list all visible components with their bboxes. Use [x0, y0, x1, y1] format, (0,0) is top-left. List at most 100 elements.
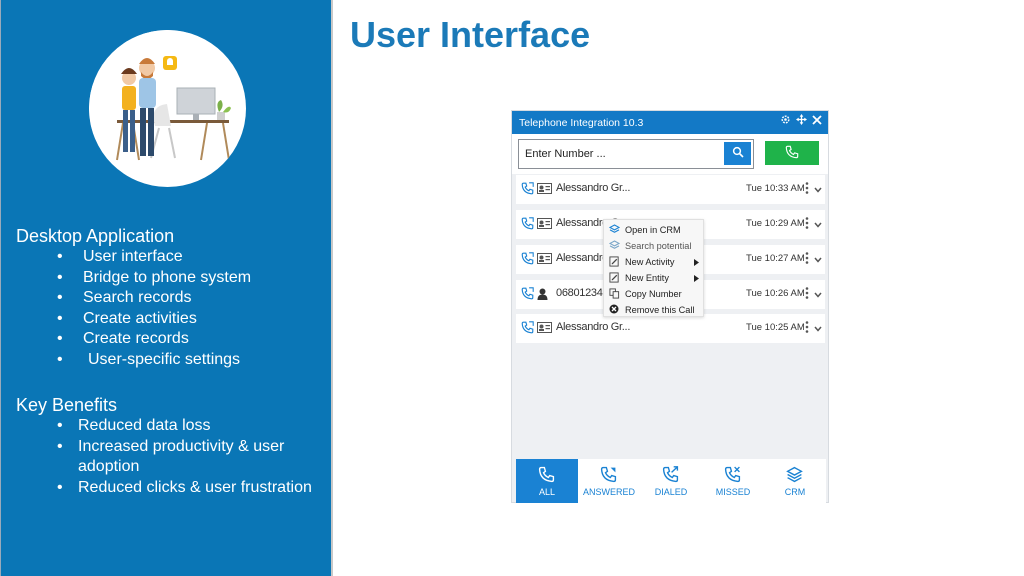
list-item: • Increased productivity & user adoption: [57, 437, 318, 478]
menu-item-open-in-crm[interactable]: Open in CRM: [604, 222, 703, 238]
people-at-desk-illustration: [89, 30, 246, 187]
tab-answered[interactable]: ANSWERED: [578, 459, 640, 503]
more-vertical-icon[interactable]: [805, 181, 809, 198]
phone-call-icon: [521, 217, 534, 233]
submenu-arrow-icon: [694, 258, 699, 268]
list-item: • Create records: [57, 329, 251, 350]
call-button[interactable]: [765, 141, 819, 165]
list-item-label: User interface: [83, 248, 183, 265]
phone-icon: [538, 466, 555, 485]
page-title: User Interface: [350, 14, 591, 55]
submenu-arrow-icon: [694, 274, 699, 284]
call-list-item[interactable]: Alessandro Gr... Tue 10:33 AM: [516, 175, 825, 204]
call-list-item[interactable]: Alessandro Gr... Tue 10:25 AM: [516, 314, 825, 343]
menu-item-label: Search potential: [625, 241, 692, 251]
list-item-label: Reduced clicks & user frustration: [78, 478, 312, 496]
close-icon[interactable]: [812, 114, 822, 128]
bullet: •: [57, 268, 63, 286]
caller-name: Alessandro Gr...: [556, 182, 631, 194]
call-time: Tue 10:27 AM: [746, 253, 805, 264]
edit-icon: [609, 272, 620, 285]
desktop-feature-list: • User interface • Bridge to phone system …: [57, 247, 252, 371]
list-item-label: User-specific settings: [88, 350, 241, 368]
copy-icon: [609, 288, 620, 301]
menu-item-new-activity[interactable]: New Activity: [604, 254, 703, 270]
bullet: •: [57, 289, 63, 307]
bullet: •: [57, 478, 63, 496]
bullet: •: [57, 309, 63, 327]
chevron-down-icon[interactable]: [814, 323, 822, 335]
phone-call-icon: [521, 182, 534, 198]
more-vertical-icon[interactable]: [805, 216, 809, 233]
move-icon[interactable]: [796, 114, 807, 128]
phone-call-icon: [521, 321, 534, 337]
left-panel: Desktop Application • User interface • Bri…: [0, 0, 333, 576]
contact-card-icon: [537, 183, 552, 197]
list-item: • User-specific settings: [57, 350, 251, 371]
list-item-label: Reduced data loss: [78, 417, 211, 434]
menu-item-new-entity[interactable]: New Entity: [604, 270, 703, 286]
list-item: • Search records: [57, 288, 251, 309]
chevron-down-icon[interactable]: [814, 254, 822, 266]
unknown-person-icon: [537, 288, 548, 303]
tab-missed[interactable]: MISSED: [702, 459, 764, 503]
desktop-application-heading: Desktop Application: [16, 226, 175, 246]
tab-label: MISSED: [715, 487, 751, 497]
call-filter-tabs: ALL ANSWERED DIALED MISSED CRM: [516, 459, 826, 503]
list-item: • User interface: [57, 247, 251, 268]
phone-call-icon: [521, 287, 534, 303]
chevron-down-icon[interactable]: [814, 289, 822, 301]
call-time: Tue 10:25 AM: [746, 322, 805, 333]
tab-crm[interactable]: CRM: [764, 459, 826, 503]
number-input[interactable]: [518, 139, 754, 169]
contact-card-icon: [537, 253, 552, 267]
call-time: Tue 10:33 AM: [746, 183, 805, 194]
window-title: Telephone Integration 10.3: [519, 117, 644, 129]
window-titlebar[interactable]: Telephone Integration 10.3: [512, 111, 828, 134]
more-vertical-icon[interactable]: [805, 320, 809, 337]
tab-dialed[interactable]: DIALED: [640, 459, 702, 503]
phone-missed-icon: [724, 466, 741, 485]
tab-label: CRM: [784, 487, 806, 497]
menu-item-label: Copy Number: [625, 289, 682, 299]
phone-call-icon: [521, 252, 534, 268]
list-item-label: Create records: [83, 330, 189, 348]
menu-item-copy-number[interactable]: Copy Number: [604, 286, 703, 302]
tab-label: ALL: [538, 487, 555, 497]
remove-icon: [609, 304, 619, 316]
list-item: • Bridge to phone system: [57, 268, 252, 289]
edit-icon: [609, 256, 620, 269]
list-item: • Reduced clicks & user frustration: [57, 478, 318, 499]
list-item-label: Bridge to phone system: [83, 268, 252, 286]
menu-item-label: Remove this Call: [625, 305, 695, 315]
key-benefits-list: • Reduced data loss • Increased productivi…: [57, 416, 318, 499]
bullet: •: [57, 437, 63, 455]
menu-item-remove-call[interactable]: Remove this Call: [604, 302, 703, 318]
tab-all[interactable]: ALL: [516, 459, 578, 503]
menu-item-label: Open in CRM: [625, 225, 681, 235]
call-context-menu: Open in CRM Search potential New Activit…: [603, 219, 704, 317]
bullet: •: [57, 330, 63, 348]
list-item-label: Search records: [83, 289, 192, 307]
call-time: Tue 10:26 AM: [746, 288, 805, 299]
more-vertical-icon[interactable]: [805, 286, 809, 303]
layers-icon: [608, 240, 621, 253]
slide: Desktop Application • User interface • Bri…: [0, 0, 1024, 576]
phone-incoming-icon: [600, 466, 617, 485]
more-vertical-icon[interactable]: [805, 251, 809, 268]
key-benefits-heading: Key Benefits: [16, 395, 118, 415]
bullet: •: [57, 248, 63, 265]
menu-item-search-potential[interactable]: Search potential: [604, 238, 703, 254]
list-item-label: Create activities: [83, 309, 197, 327]
caller-name: Alessandro Gr...: [556, 321, 631, 333]
contact-card-icon: [537, 322, 552, 336]
layers-icon: [608, 224, 621, 237]
chevron-down-icon[interactable]: [814, 219, 822, 231]
gear-icon[interactable]: [780, 114, 791, 128]
list-item: • Create activities: [57, 309, 251, 330]
tab-label: DIALED: [654, 487, 688, 497]
chevron-down-icon[interactable]: [814, 184, 822, 196]
phone-outgoing-icon: [662, 466, 679, 485]
phone-icon: [785, 145, 799, 158]
search-button[interactable]: [724, 142, 751, 165]
